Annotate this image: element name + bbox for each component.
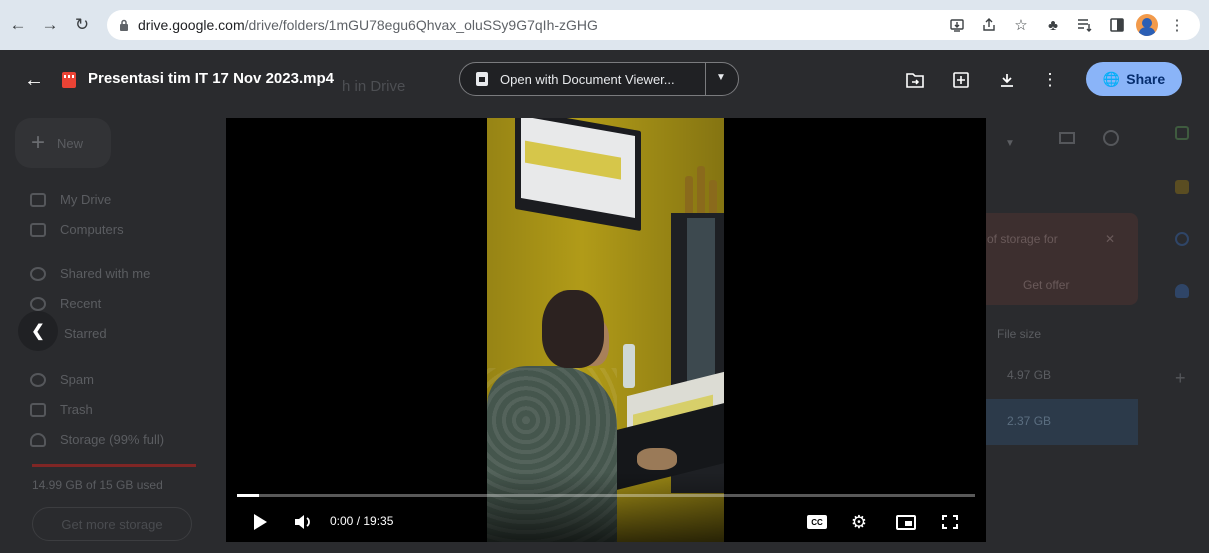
- progress-fill: [237, 494, 260, 497]
- fullscreen-icon[interactable]: [938, 510, 962, 534]
- reload-icon[interactable]: ↻: [68, 11, 96, 39]
- computer-icon: [30, 222, 46, 237]
- globe-icon: 🌐: [1102, 70, 1121, 87]
- spam-icon: [30, 372, 46, 387]
- browser-menu-icon[interactable]: ⋮: [1164, 12, 1190, 38]
- promo-action: Get offer: [1023, 278, 1070, 292]
- add-to-drive-icon[interactable]: [949, 68, 973, 92]
- promo-line: of storage for: [987, 232, 1058, 246]
- dropdown-caret-icon: ▼: [1005, 138, 1015, 149]
- drive-icon: [30, 192, 46, 207]
- nav-trash: Trash: [30, 402, 93, 417]
- progress-bar[interactable]: [237, 494, 975, 497]
- profile-avatar[interactable]: [1136, 14, 1158, 36]
- cc-label: CC: [807, 515, 827, 529]
- video-file-icon: [62, 72, 76, 88]
- miniplayer-icon[interactable]: [894, 510, 918, 534]
- nav-computers: Computers: [30, 222, 124, 237]
- storage-used-text: 14.99 GB of 15 GB used: [32, 478, 163, 492]
- new-label: New: [57, 135, 84, 151]
- nav-shared: Shared with me: [30, 266, 150, 281]
- nav-label: Spam: [60, 372, 94, 387]
- promo-close-icon: ✕: [1105, 232, 1116, 246]
- plus-icon: +: [31, 129, 46, 156]
- bookmark-star-icon[interactable]: ☆: [1008, 12, 1034, 38]
- contacts-icon: [1175, 284, 1189, 298]
- nav-spam: Spam: [30, 372, 94, 387]
- clock-icon: [30, 296, 46, 311]
- download-icon[interactable]: [995, 68, 1019, 92]
- open-with-dropdown-icon[interactable]: ▼: [716, 72, 726, 83]
- open-with-button[interactable]: Open with Document Viewer... ▼: [459, 62, 739, 96]
- file-size-header: File size: [997, 327, 1042, 341]
- lock-icon: [117, 19, 130, 32]
- trash-icon: [30, 402, 46, 417]
- time-display: 0:00 / 19:35: [330, 514, 394, 528]
- nav-my-drive: My Drive: [30, 192, 111, 207]
- file-size-cell: 2.37 GB: [1007, 414, 1052, 428]
- close-viewer-arrow-icon[interactable]: ←: [22, 68, 46, 92]
- url-path: /drive/folders/1mGU78egu6Qhvax_oluSSy9G7…: [244, 17, 598, 33]
- nav-label: Storage (99% full): [60, 432, 165, 447]
- play-icon[interactable]: [248, 510, 272, 534]
- open-with-label: Open with Document Viewer...: [500, 71, 675, 87]
- cloud-icon: [30, 432, 46, 447]
- nav-label: Starred: [64, 326, 107, 341]
- storage-used: 14.99 GB of 15 GB used: [32, 478, 163, 492]
- share-page-icon[interactable]: [976, 12, 1002, 38]
- extensions-puzzle-icon[interactable]: ♣: [1040, 12, 1066, 38]
- storage-bar: [32, 464, 196, 467]
- back-arrow-icon[interactable]: ←: [4, 11, 32, 39]
- share-label: Share: [1126, 71, 1166, 87]
- volume-icon[interactable]: [290, 510, 316, 534]
- keep-icon: [1175, 180, 1189, 194]
- forward-arrow-icon[interactable]: →: [36, 11, 64, 39]
- nav-label: My Drive: [60, 192, 112, 207]
- nav-storage: Storage (99% full): [30, 432, 164, 447]
- captions-icon[interactable]: CC: [806, 510, 828, 534]
- new-button: + New: [15, 118, 111, 168]
- sheets-icon: [1175, 126, 1189, 140]
- nav-label: Trash: [60, 402, 93, 417]
- settings-gear-icon[interactable]: ⚙: [848, 510, 870, 534]
- previous-file-chevron-icon[interactable]: ❮: [18, 311, 58, 351]
- people-icon: [30, 266, 46, 281]
- open-with-divider: [705, 63, 706, 95]
- file-size-cell: 4.97 GB: [1007, 368, 1052, 382]
- url-text: drive.google.com/drive/folders/1mGU78egu…: [138, 17, 598, 33]
- get-storage-button: Get more storage: [32, 507, 192, 541]
- url-host: drive.google.com: [138, 17, 245, 33]
- nav-label: Shared with me: [60, 266, 151, 281]
- get-storage-label: Get more storage: [61, 516, 163, 532]
- file-title: Presentasi tim IT 17 Nov 2023.mp4: [88, 70, 334, 87]
- nav-label: Computers: [60, 222, 124, 237]
- document-viewer-icon: [476, 72, 488, 86]
- drive-sidebar: + New My Drive Computers Shared with me R…: [0, 50, 215, 553]
- viewer-header: ← Presentasi tim IT 17 Nov 2023.mp4 Open…: [0, 60, 1209, 100]
- tasks-icon: [1175, 232, 1189, 246]
- nav-label: Recent: [60, 296, 102, 311]
- address-bar[interactable]: drive.google.com/drive/folders/1mGU78egu…: [107, 10, 1200, 40]
- drive-right-area: ▼ of storage for ✕ Get offer File size 4…: [985, 50, 1209, 553]
- reading-list-icon[interactable]: [1072, 12, 1098, 38]
- nav-recent: Recent: [30, 296, 101, 311]
- add-addon-icon: +: [1175, 368, 1186, 388]
- video-player[interactable]: 0:00 / 19:35 CC ⚙: [226, 118, 986, 542]
- more-actions-icon[interactable]: ⋮: [1038, 68, 1062, 92]
- share-button[interactable]: 🌐 Share: [1086, 62, 1182, 96]
- browser-toolbar: ← → ↻ drive.google.com/drive/folders/1mG…: [0, 0, 1209, 50]
- info-icon: [1103, 130, 1119, 146]
- side-panel-icon[interactable]: [1104, 12, 1130, 38]
- nav-starred: Starred: [64, 326, 107, 341]
- grid-view-icon: [1059, 132, 1075, 144]
- move-to-folder-icon[interactable]: [903, 68, 927, 92]
- install-app-icon[interactable]: [944, 12, 970, 38]
